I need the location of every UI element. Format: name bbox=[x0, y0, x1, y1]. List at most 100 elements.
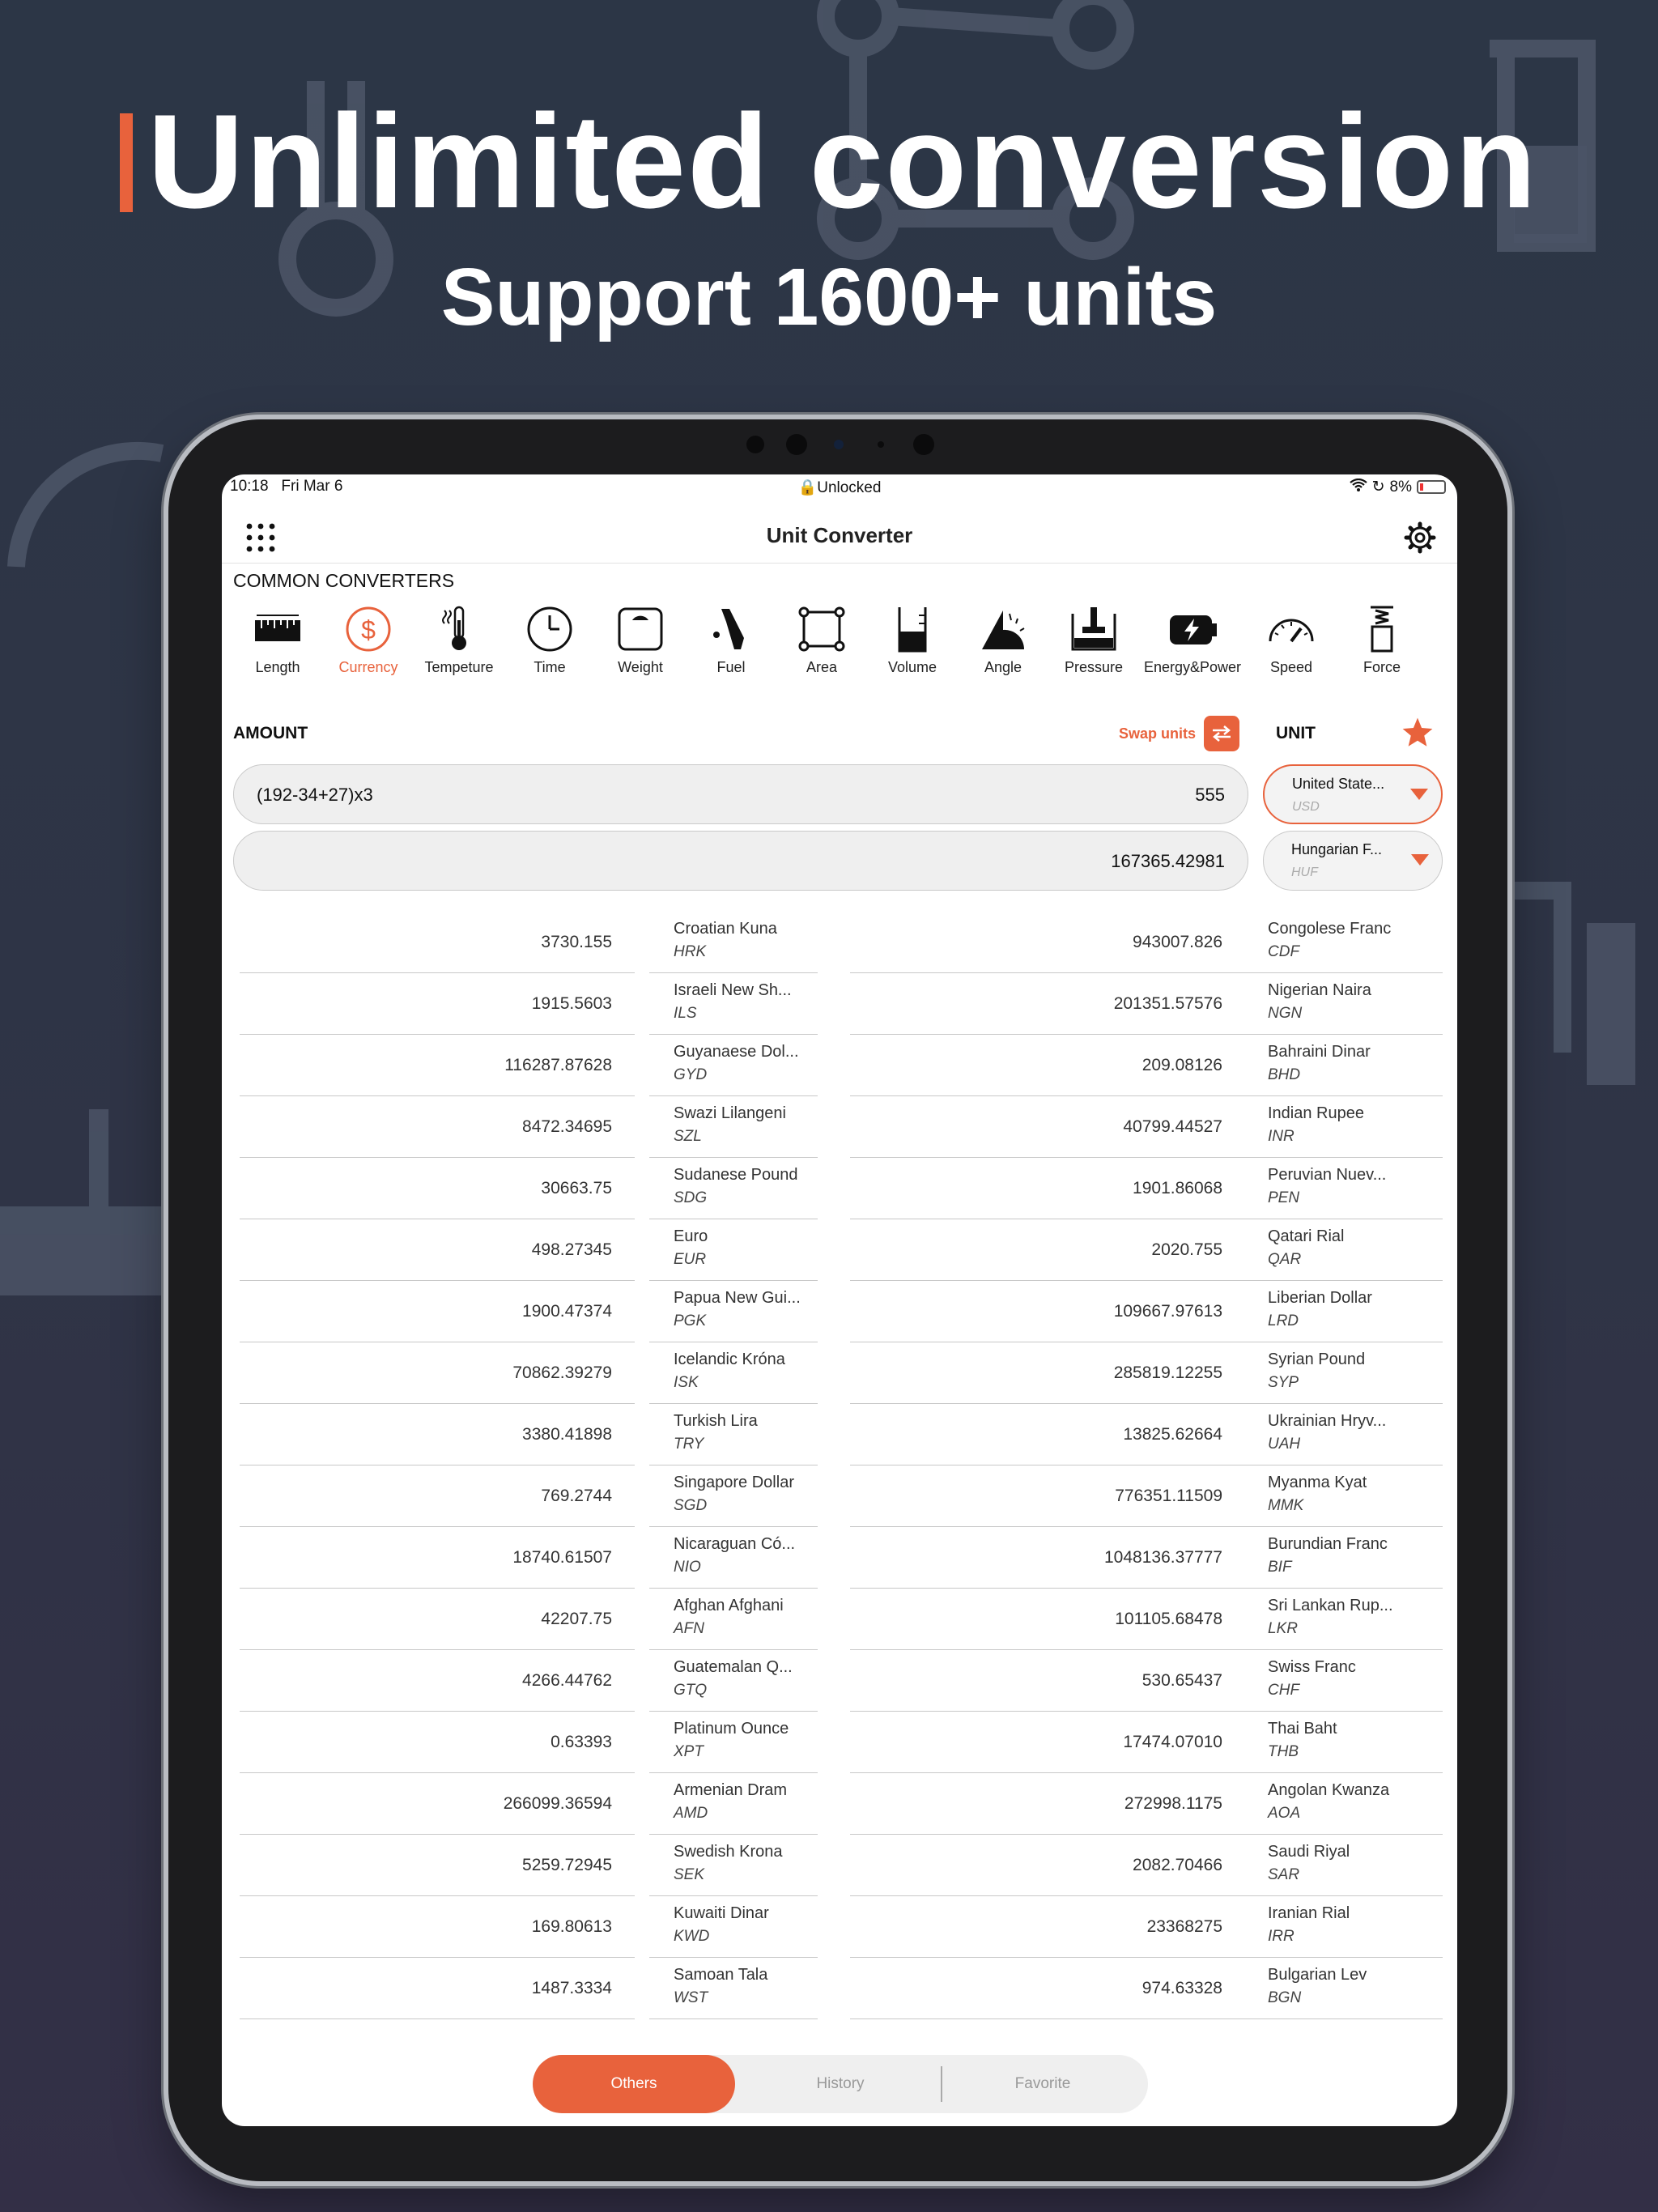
result-value[interactable]: 3730.155 bbox=[240, 912, 635, 973]
result-unit[interactable]: Saudi Riyal SAR bbox=[1244, 1835, 1443, 1896]
table-row[interactable]: 169.80613 Kuwaiti Dinar KWD 23368275 Iranian… bbox=[222, 1896, 1457, 1958]
amount-input[interactable]: (192-34+27)x3 555 bbox=[233, 764, 1248, 824]
table-row[interactable]: 1487.3334 Samoan Tala WST 974.63328 Bulgaria… bbox=[222, 1958, 1457, 2019]
converter-volume[interactable]: Volume bbox=[868, 606, 957, 676]
result-unit[interactable]: Peruvian Nuev... PEN bbox=[1244, 1158, 1443, 1219]
result-value[interactable]: 201351.57576 bbox=[850, 973, 1245, 1035]
result-unit[interactable]: Turkish Lira TRY bbox=[649, 1404, 818, 1465]
result-unit[interactable]: Iranian Rial IRR bbox=[1244, 1896, 1443, 1958]
result-value[interactable]: 4266.44762 bbox=[240, 1650, 635, 1712]
table-row[interactable]: 5259.72945 Swedish Krona SEK 2082.70466 Saud… bbox=[222, 1835, 1457, 1896]
converter-temperature[interactable]: Tempeture bbox=[414, 606, 504, 676]
result-unit[interactable]: Armenian Dram AMD bbox=[649, 1773, 818, 1835]
result-unit[interactable]: Ukrainian Hryv... UAH bbox=[1244, 1404, 1443, 1465]
result-value[interactable]: 18740.61507 bbox=[240, 1527, 635, 1589]
converter-angle[interactable]: Angle bbox=[959, 606, 1048, 676]
converter-speed[interactable]: Speed bbox=[1247, 606, 1336, 676]
result-value[interactable]: 5259.72945 bbox=[240, 1835, 635, 1896]
table-row[interactable]: 266099.36594 Armenian Dram AMD 272998.1175 A… bbox=[222, 1773, 1457, 1835]
result-unit[interactable]: Singapore Dollar SGD bbox=[649, 1465, 818, 1527]
result-value[interactable]: 285819.12255 bbox=[850, 1342, 1245, 1404]
converter-pressure[interactable]: Pressure bbox=[1049, 606, 1138, 676]
result-value[interactable]: 209.08126 bbox=[850, 1035, 1245, 1096]
result-unit[interactable]: Swazi Lilangeni SZL bbox=[649, 1096, 818, 1158]
result-value[interactable]: 101105.68478 bbox=[850, 1589, 1245, 1650]
table-row[interactable]: 3730.155 Croatian Kuna HRK 943007.826 Congol… bbox=[222, 912, 1457, 973]
tab-favorite[interactable]: Favorite bbox=[946, 2055, 1140, 2113]
swap-icon[interactable] bbox=[1204, 716, 1240, 751]
result-value[interactable]: 1901.86068 bbox=[850, 1158, 1245, 1219]
result-value[interactable]: 530.65437 bbox=[850, 1650, 1245, 1712]
result-unit[interactable]: Kuwaiti Dinar KWD bbox=[649, 1896, 818, 1958]
star-icon[interactable] bbox=[1401, 716, 1435, 754]
swap-units-button[interactable]: Swap units bbox=[1119, 716, 1240, 751]
result-unit[interactable]: Liberian Dollar LRD bbox=[1244, 1281, 1443, 1342]
result-value[interactable]: 169.80613 bbox=[240, 1896, 635, 1958]
result-value[interactable]: 116287.87628 bbox=[240, 1035, 635, 1096]
result-value[interactable]: 0.63393 bbox=[240, 1712, 635, 1773]
result-unit[interactable]: Guatemalan Q... GTQ bbox=[649, 1650, 818, 1712]
result-unit[interactable]: Swedish Krona SEK bbox=[649, 1835, 818, 1896]
result-value[interactable]: 109667.97613 bbox=[850, 1281, 1245, 1342]
result-output[interactable]: 167365.42981 bbox=[233, 831, 1248, 891]
converter-force[interactable]: Force bbox=[1337, 606, 1426, 676]
result-value[interactable]: 40799.44527 bbox=[850, 1096, 1245, 1158]
table-row[interactable]: 8472.34695 Swazi Lilangeni SZL 40799.44527 I… bbox=[222, 1096, 1457, 1158]
result-unit[interactable]: Afghan Afghani AFN bbox=[649, 1589, 818, 1650]
result-value[interactable]: 2020.755 bbox=[850, 1219, 1245, 1281]
result-value[interactable]: 974.63328 bbox=[850, 1958, 1245, 2019]
result-unit[interactable]: Guyanaese Dol... GYD bbox=[649, 1035, 818, 1096]
result-unit[interactable]: Icelandic Króna ISK bbox=[649, 1342, 818, 1404]
table-row[interactable]: 70862.39279 Icelandic Króna ISK 285819.1225… bbox=[222, 1342, 1457, 1404]
table-row[interactable]: 4266.44762 Guatemalan Q... GTQ 530.65437 Swi… bbox=[222, 1650, 1457, 1712]
result-unit[interactable]: Indian Rupee INR bbox=[1244, 1096, 1443, 1158]
result-value[interactable]: 1487.3334 bbox=[240, 1958, 635, 2019]
from-unit-select[interactable]: United State... USD bbox=[1263, 764, 1443, 824]
gear-icon[interactable] bbox=[1404, 521, 1436, 554]
table-row[interactable]: 498.27345 Euro EUR 2020.755 Qatari Rial QAR bbox=[222, 1219, 1457, 1281]
result-unit[interactable]: Papua New Gui... PGK bbox=[649, 1281, 818, 1342]
converter-fuel[interactable]: Fuel bbox=[687, 606, 776, 676]
result-value[interactable]: 498.27345 bbox=[240, 1219, 635, 1281]
result-value[interactable]: 13825.62664 bbox=[850, 1404, 1245, 1465]
tab-others[interactable]: Others bbox=[533, 2055, 735, 2113]
result-value[interactable]: 2082.70466 bbox=[850, 1835, 1245, 1896]
result-value[interactable]: 3380.41898 bbox=[240, 1404, 635, 1465]
result-value[interactable]: 70862.39279 bbox=[240, 1342, 635, 1404]
result-unit[interactable]: Angolan Kwanza AOA bbox=[1244, 1773, 1443, 1835]
result-value[interactable]: 30663.75 bbox=[240, 1158, 635, 1219]
converter-energy[interactable]: Energy&Power bbox=[1140, 606, 1245, 676]
converter-area[interactable]: Area bbox=[777, 606, 866, 676]
result-value[interactable]: 776351.11509 bbox=[850, 1465, 1245, 1527]
result-value[interactable]: 23368275 bbox=[850, 1896, 1245, 1958]
table-row[interactable]: 769.2744 Singapore Dollar SGD 776351.11509 M… bbox=[222, 1465, 1457, 1527]
result-unit[interactable]: Burundian Franc BIF bbox=[1244, 1527, 1443, 1589]
result-unit[interactable]: Euro EUR bbox=[649, 1219, 818, 1281]
table-row[interactable]: 116287.87628 Guyanaese Dol... GYD 209.08126… bbox=[222, 1035, 1457, 1096]
result-unit[interactable]: Croatian Kuna HRK bbox=[649, 912, 818, 973]
result-unit[interactable]: Bulgarian Lev BGN bbox=[1244, 1958, 1443, 2019]
result-value[interactable]: 266099.36594 bbox=[240, 1773, 635, 1835]
result-unit[interactable]: Israeli New Sh... ILS bbox=[649, 973, 818, 1035]
result-unit[interactable]: Sri Lankan Rup... LKR bbox=[1244, 1589, 1443, 1650]
table-row[interactable]: 1915.5603 Israeli New Sh... ILS 201351.5757… bbox=[222, 973, 1457, 1035]
converter-currency[interactable]: $ Currency bbox=[324, 606, 413, 676]
converter-weight[interactable]: Weight bbox=[596, 606, 685, 676]
result-unit[interactable]: Nicaraguan Có... NIO bbox=[649, 1527, 818, 1589]
result-value[interactable]: 1048136.37777 bbox=[850, 1527, 1245, 1589]
result-value[interactable]: 42207.75 bbox=[240, 1589, 635, 1650]
result-value[interactable]: 8472.34695 bbox=[240, 1096, 635, 1158]
result-unit[interactable]: Swiss Franc CHF bbox=[1244, 1650, 1443, 1712]
result-value[interactable]: 943007.826 bbox=[850, 912, 1245, 973]
result-value[interactable]: 1915.5603 bbox=[240, 973, 635, 1035]
result-unit[interactable]: Bahraini Dinar BHD bbox=[1244, 1035, 1443, 1096]
result-unit[interactable]: Syrian Pound SYP bbox=[1244, 1342, 1443, 1404]
result-unit[interactable]: Congolese Franc CDF bbox=[1244, 912, 1443, 973]
result-unit[interactable]: Myanma Kyat MMK bbox=[1244, 1465, 1443, 1527]
table-row[interactable]: 18740.61507 Nicaraguan Có... NIO 1048136.37… bbox=[222, 1527, 1457, 1589]
result-unit[interactable]: Qatari Rial QAR bbox=[1244, 1219, 1443, 1281]
table-row[interactable]: 42207.75 Afghan Afghani AFN 101105.68478 Sri… bbox=[222, 1589, 1457, 1650]
result-unit[interactable]: Samoan Tala WST bbox=[649, 1958, 818, 2019]
result-unit[interactable]: Thai Baht THB bbox=[1244, 1712, 1443, 1773]
result-unit[interactable]: Nigerian Naira NGN bbox=[1244, 973, 1443, 1035]
